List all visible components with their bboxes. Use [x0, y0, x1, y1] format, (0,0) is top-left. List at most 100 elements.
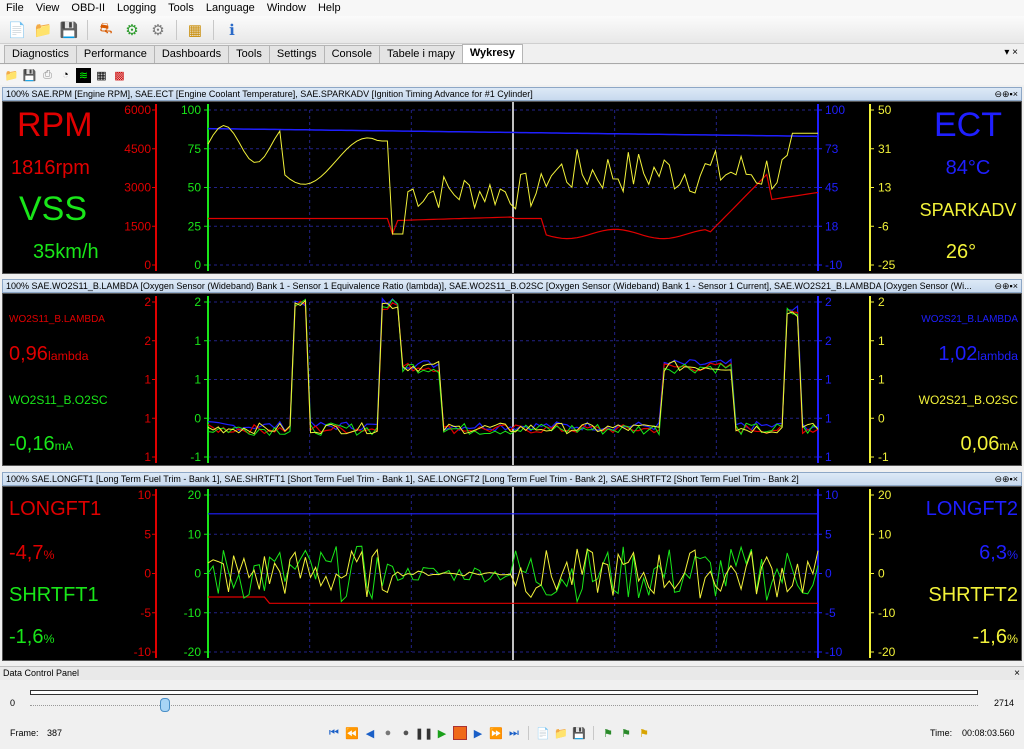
axis-tick-label: 1: [194, 373, 201, 387]
tab-console[interactable]: Console: [323, 45, 380, 63]
axis-tick-label: -20: [184, 645, 202, 659]
rewind-fast-icon[interactable]: ⏪: [345, 726, 359, 740]
time-label: Time:: [930, 728, 953, 738]
table-icon[interactable]: ▦: [94, 68, 109, 83]
position-slider-thumb[interactable]: [160, 698, 170, 712]
connect-icon[interactable]: ⚙: [121, 19, 143, 41]
close-icon[interactable]: ×: [1014, 667, 1020, 680]
menu-item-logging[interactable]: Logging: [111, 2, 162, 14]
last-frame-icon[interactable]: ⏭: [507, 726, 521, 740]
vss-name-value: VSS: [19, 190, 87, 228]
tab-dashboards[interactable]: Dashboards: [153, 45, 230, 63]
axis-tick-label: 6000: [124, 103, 151, 117]
axis-tick-label: 45: [825, 181, 839, 195]
marker-add-icon[interactable]: ⚑: [601, 726, 615, 740]
axis-tick-label: -10: [825, 645, 843, 659]
pause-icon[interactable]: ❚❚: [415, 726, 433, 740]
panel-window-controls[interactable]: ⊖⊕▪×: [994, 280, 1018, 292]
play-icon[interactable]: ▶: [435, 726, 449, 740]
axis-tick-label: 5: [825, 527, 832, 541]
menu-item-help[interactable]: Help: [312, 2, 347, 14]
chart-icon[interactable]: ≋: [76, 67, 91, 83]
car-icon[interactable]: ⛐: [95, 19, 117, 41]
rpm-readout-value: 1816rpm: [11, 157, 90, 179]
axis-tick-label: 10: [188, 527, 202, 541]
save-icon[interactable]: 💾: [58, 19, 80, 41]
panel-title-text: 100% SAE.WO2S11_B.LAMBDA [Oxygen Sensor …: [6, 281, 972, 291]
menu-item-language[interactable]: Language: [200, 2, 261, 14]
panel-window-controls[interactable]: ⊖⊕▪×: [994, 88, 1018, 100]
tab-bar: Diagnostics Performance Dashboards Tools Set…: [0, 44, 1024, 64]
save-icon[interactable]: 💾: [22, 68, 37, 83]
step-back-icon[interactable]: ◀: [363, 726, 377, 740]
axis-tick-label: 2: [194, 295, 201, 309]
color-grid-icon[interactable]: ▩: [112, 68, 127, 83]
tab-tools[interactable]: Tools: [228, 45, 270, 63]
left-signal1-readout-value: 0,96: [9, 343, 48, 365]
menu-item-window[interactable]: Window: [261, 2, 312, 14]
open-folder-icon[interactable]: 📁: [4, 68, 19, 83]
tab-controls[interactable]: ▾ ×: [1004, 47, 1018, 58]
toolbar-separator: [176, 19, 177, 40]
stop-icon[interactable]: ■: [453, 726, 467, 740]
chart-plot-area[interactable]: 2 2 1 1 1 2 1 1 0 -1 2 2 1 1 1 2 1 1 0 -1 WO2S11_B.LAMBDA 0,9…: [2, 293, 1022, 466]
axis-tick-label: 0: [878, 411, 885, 425]
panel-window-controls[interactable]: ⊖⊕▪×: [994, 473, 1018, 485]
axis-tick-label: 2: [144, 295, 151, 309]
axis-tick-label: 1: [194, 334, 201, 348]
left-signal2-readout-unit: %: [43, 632, 54, 646]
right-signal1-readout-unit: %: [1007, 548, 1018, 562]
info-icon[interactable]: ℹ: [221, 19, 243, 41]
disconnect-icon[interactable]: ⚙: [147, 19, 169, 41]
right-signal2-readout-unit: %: [1007, 632, 1018, 646]
tab-wykresy[interactable]: Wykresy: [461, 44, 523, 63]
open-folder-icon[interactable]: 📁: [32, 19, 54, 41]
save-log-icon[interactable]: 💾: [572, 726, 586, 740]
chart-svg: 10 5 0 -5 -10 20 10 0 -10 -20 10 5 0 -5 -10 20 10 0 -10 -20…: [9, 487, 1018, 660]
axis-tick-label: -25: [878, 258, 896, 272]
axis-tick-label: 50: [188, 181, 202, 195]
settings-frame-icon[interactable]: ▦: [184, 19, 206, 41]
left-signal1-name-value: LONGFT1: [9, 498, 101, 520]
axis-tick-label: 1500: [124, 219, 151, 233]
frame-label: Frame:: [10, 728, 39, 738]
step-forward-icon[interactable]: ▶: [471, 726, 485, 740]
right-signal1-name-value: WO2S21_B.LAMBDA: [921, 314, 1018, 325]
menu-item-obd-ii[interactable]: OBD-II: [65, 2, 111, 14]
chart-plot-area[interactable]: 10 5 0 -5 -10 20 10 0 -10 -20 10 5 0 -5 -10 20 10 0 -10 -20…: [2, 486, 1022, 661]
menu-item-tools[interactable]: Tools: [162, 2, 200, 14]
axis-tick-label: 1: [825, 411, 832, 425]
ect-name: ECT: [934, 106, 1002, 144]
open-log-icon[interactable]: 📁: [554, 726, 568, 740]
gauge-icon[interactable]: ◔: [58, 68, 73, 83]
vss-name: VSS: [19, 190, 87, 228]
axis-tick-label: 1: [144, 411, 151, 425]
marker-remove-icon[interactable]: ⚑: [637, 726, 651, 740]
marker-go-icon[interactable]: ⚑: [619, 726, 633, 740]
slider-min-label: 0: [10, 698, 16, 708]
tab-diagnostics[interactable]: Diagnostics: [4, 45, 77, 63]
menu-item-file[interactable]: File: [0, 2, 30, 14]
new-file-icon[interactable]: 📄: [6, 19, 28, 41]
axis-tick-label: 0: [194, 411, 201, 425]
print-icon[interactable]: ⎙: [40, 68, 55, 83]
range-track[interactable]: [30, 690, 978, 695]
right-signal2-name: WO2S21_B.O2SC: [919, 393, 1019, 407]
ect-readout-value: 84°C: [946, 157, 991, 179]
first-frame-icon[interactable]: ⏮: [327, 726, 341, 740]
left-signal2-readout: -0,16mA: [9, 433, 74, 455]
stop-dot-icon[interactable]: ●: [399, 726, 413, 740]
panel-title-text: 100% SAE.RPM [Engine RPM], SAE.ECT [Engi…: [6, 89, 533, 99]
tab-settings[interactable]: Settings: [268, 45, 325, 63]
axis-tick-label: 10: [878, 527, 892, 541]
toolbar-separator: [528, 726, 529, 740]
record-dot-icon[interactable]: ●: [381, 726, 395, 740]
forward-fast-icon[interactable]: ⏩: [489, 726, 503, 740]
left-signal1-name: WO2S11_B.LAMBDA: [9, 314, 105, 325]
sparkadv-readout: 26°: [946, 241, 976, 263]
new-log-icon[interactable]: 📄: [536, 726, 550, 740]
tab-tabele-i-mapy[interactable]: Tabele i mapy: [378, 45, 463, 63]
tab-performance[interactable]: Performance: [75, 45, 155, 63]
chart-plot-area[interactable]: 6000 4500 3000 1500 0 100 75 50 25 0 100 73 45 18 -10 5…: [2, 101, 1022, 274]
menu-item-view[interactable]: View: [30, 2, 66, 14]
